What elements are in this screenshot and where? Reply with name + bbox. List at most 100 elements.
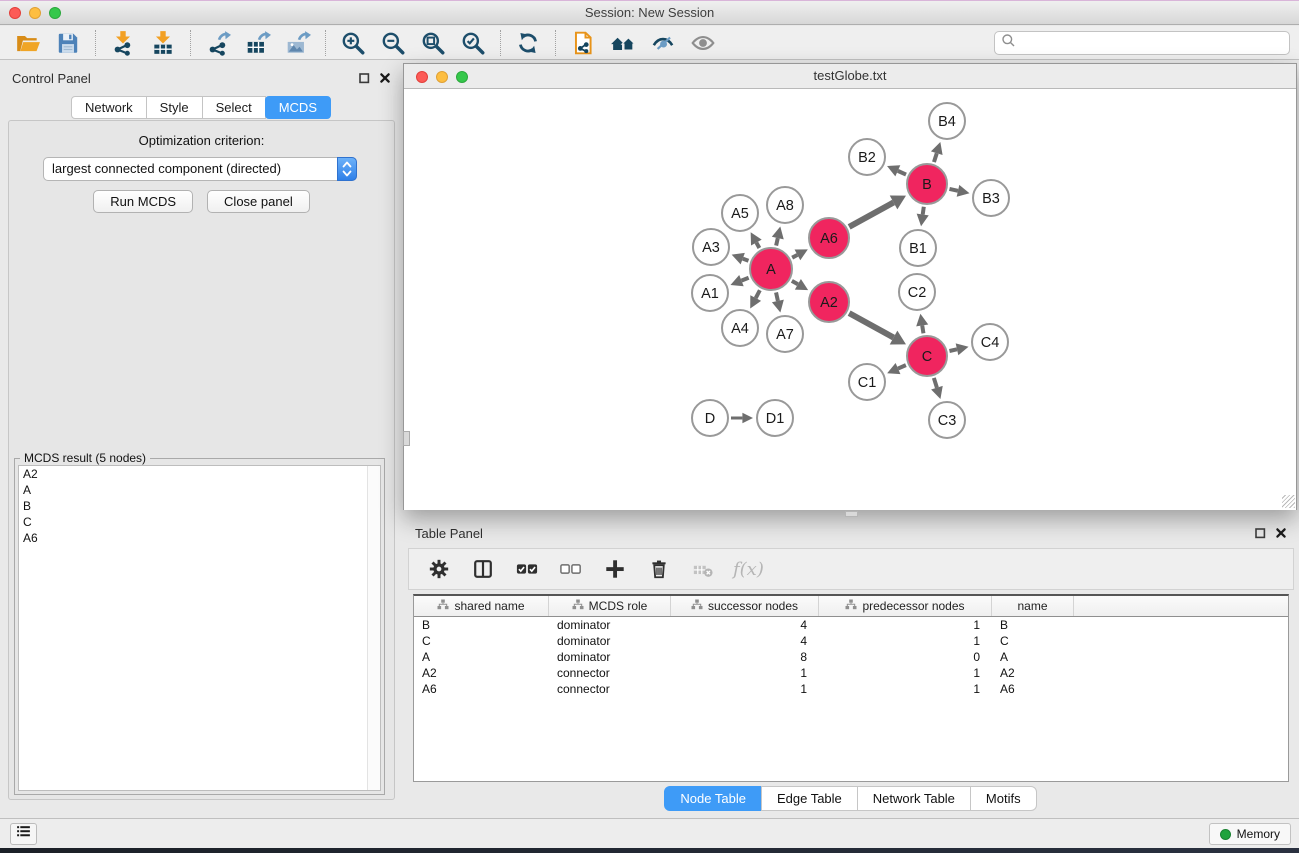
delete-table-button[interactable] <box>689 554 717 584</box>
cell-predecessor-nodes[interactable]: 1 <box>819 681 992 697</box>
function-builder-button[interactable]: f(x) <box>733 559 764 580</box>
graph-edge-A-A4[interactable] <box>750 290 761 308</box>
table-row[interactable]: Bdominator41B <box>414 617 1288 633</box>
result-item[interactable]: B <box>19 498 380 514</box>
cell-successor-nodes[interactable]: 1 <box>671 665 819 681</box>
tab-network[interactable]: Network <box>71 96 147 119</box>
graph-edge-A-A6[interactable] <box>792 249 808 260</box>
graph-node-A[interactable]: A <box>750 248 792 290</box>
close-panel-button[interactable]: Close panel <box>207 190 310 213</box>
float-panel-icon[interactable] <box>1254 527 1266 539</box>
search-box[interactable] <box>994 31 1290 55</box>
graph-node-A3[interactable]: A3 <box>693 229 729 265</box>
cell-shared-name[interactable]: B <box>414 617 549 633</box>
splitter-grip[interactable] <box>403 431 410 446</box>
graph-node-A5[interactable]: A5 <box>722 195 758 231</box>
tab-edge-table[interactable]: Edge Table <box>761 786 858 811</box>
graph-node-A2[interactable]: A2 <box>809 282 849 322</box>
graph-edge-A-A7[interactable] <box>772 292 784 312</box>
delete-column-button[interactable] <box>645 554 673 584</box>
result-item[interactable]: C <box>19 514 380 530</box>
horizontal-splitter-grip[interactable] <box>845 511 858 517</box>
tab-network-table[interactable]: Network Table <box>857 786 971 811</box>
graph-edge-B-B1[interactable] <box>917 207 929 226</box>
close-network-window-button[interactable] <box>416 71 428 83</box>
cell-name[interactable]: B <box>992 617 1074 633</box>
export-network-button[interactable] <box>198 28 238 58</box>
cell-shared-name[interactable]: A2 <box>414 665 549 681</box>
float-panel-icon[interactable] <box>358 72 370 84</box>
cell-name[interactable]: A6 <box>992 681 1074 697</box>
task-history-button[interactable] <box>10 823 37 845</box>
minimize-window-button[interactable] <box>29 7 41 19</box>
cell-successor-nodes[interactable]: 4 <box>671 633 819 649</box>
graph-edge-A-A8[interactable] <box>772 226 784 245</box>
criterion-dropdown[interactable]: largest connected component (directed) <box>43 157 357 181</box>
close-window-button[interactable] <box>9 7 21 19</box>
cell-name[interactable]: C <box>992 633 1074 649</box>
home-button[interactable] <box>603 28 643 58</box>
graph-edge-A6-B[interactable] <box>849 196 906 227</box>
graph-node-B2[interactable]: B2 <box>849 139 885 175</box>
cell-MCDS-role[interactable]: dominator <box>549 633 671 649</box>
tab-motifs[interactable]: Motifs <box>970 786 1037 811</box>
cell-successor-nodes[interactable]: 1 <box>671 681 819 697</box>
zoom-out-button[interactable] <box>373 28 413 58</box>
add-column-button[interactable] <box>601 554 629 584</box>
graph-node-B[interactable]: B <box>907 164 947 204</box>
graph-node-A6[interactable]: A6 <box>809 218 849 258</box>
zoom-in-button[interactable] <box>333 28 373 58</box>
cell-predecessor-nodes[interactable]: 1 <box>819 617 992 633</box>
open-network-file-button[interactable] <box>563 28 603 58</box>
graph-edge-C-C3[interactable] <box>931 378 943 399</box>
tab-style[interactable]: Style <box>146 96 203 119</box>
graph-edge-C-C1[interactable] <box>887 363 906 374</box>
export-table-button[interactable] <box>238 28 278 58</box>
graph-node-D[interactable]: D <box>692 400 728 436</box>
graph-edge-B-B3[interactable] <box>949 185 969 197</box>
network-canvas[interactable]: AA1A2A3A4A5A6A7A8BB1B2B3B4CC1C2C3C4DD1 <box>404 90 1296 510</box>
graph-edge-A-A1[interactable] <box>730 275 748 286</box>
open-session-button[interactable] <box>8 28 48 58</box>
graph-node-C2[interactable]: C2 <box>899 274 935 310</box>
cell-predecessor-nodes[interactable]: 0 <box>819 649 992 665</box>
minimize-network-window-button[interactable] <box>436 71 448 83</box>
cell-MCDS-role[interactable]: connector <box>549 681 671 697</box>
column-header-shared-name[interactable]: shared name <box>414 596 549 616</box>
graph-node-D1[interactable]: D1 <box>757 400 793 436</box>
tab-mcds[interactable]: MCDS <box>265 96 331 119</box>
window-resize-grip[interactable] <box>1282 495 1295 508</box>
graph-node-A4[interactable]: A4 <box>722 310 758 346</box>
cell-shared-name[interactable]: A6 <box>414 681 549 697</box>
table-settings-button[interactable] <box>425 554 453 584</box>
cell-MCDS-role[interactable]: dominator <box>549 617 671 633</box>
cell-name[interactable]: A2 <box>992 665 1074 681</box>
select-all-columns-button[interactable] <box>513 554 541 584</box>
mcds-result-list[interactable]: A2ABCA6 <box>18 465 381 791</box>
table-row[interactable]: Adominator80A <box>414 649 1288 665</box>
cell-shared-name[interactable]: C <box>414 633 549 649</box>
column-header-name[interactable]: name <box>992 596 1074 616</box>
apply-layout-button[interactable] <box>508 28 548 58</box>
column-header-successor-nodes[interactable]: successor nodes <box>671 596 819 616</box>
close-panel-icon[interactable] <box>379 72 391 84</box>
graph-node-B3[interactable]: B3 <box>973 180 1009 216</box>
style-eye-button[interactable] <box>643 28 683 58</box>
graph-node-A1[interactable]: A1 <box>692 275 728 311</box>
import-network-button[interactable] <box>103 28 143 58</box>
column-header-predecessor-nodes[interactable]: predecessor nodes <box>819 596 992 616</box>
graph-node-C1[interactable]: C1 <box>849 364 885 400</box>
import-table-button[interactable] <box>143 28 183 58</box>
graph-node-B4[interactable]: B4 <box>929 103 965 139</box>
cell-predecessor-nodes[interactable]: 1 <box>819 665 992 681</box>
tab-select[interactable]: Select <box>202 96 266 119</box>
search-input[interactable] <box>1016 33 1289 53</box>
graph-edge-A-A2[interactable] <box>792 279 808 290</box>
graph-node-A8[interactable]: A8 <box>767 187 803 223</box>
column-header-MCDS-role[interactable]: MCDS role <box>549 596 671 616</box>
result-item[interactable]: A <box>19 482 380 498</box>
close-panel-icon[interactable] <box>1275 527 1287 539</box>
graph-edge-C-C4[interactable] <box>949 343 968 355</box>
deselect-all-columns-button[interactable] <box>557 554 585 584</box>
cell-name[interactable]: A <box>992 649 1074 665</box>
